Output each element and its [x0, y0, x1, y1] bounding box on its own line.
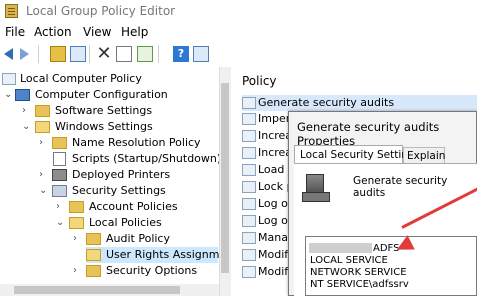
tree-item-local-computer-policy[interactable]: Local Computer Policy — [0, 71, 218, 87]
group-policy-editor-icon — [5, 4, 18, 18]
policy-setting-icon — [242, 249, 256, 261]
tree-vertical-scroll-thumb[interactable] — [221, 83, 229, 273]
tab-local-security-setting-label: Local Security Setting — [300, 149, 415, 161]
menu-action[interactable]: Action — [34, 25, 72, 39]
collapsed-chevron-icon[interactable]: › — [73, 234, 81, 244]
console-tree: Local Computer Policy ⌄ Computer Configu… — [0, 67, 231, 296]
help-icon[interactable]: ? — [173, 46, 189, 62]
console-icon[interactable] — [193, 46, 209, 62]
tree-item-account-policies[interactable]: › Account Policies — [0, 199, 218, 215]
policy-setting-icon — [242, 266, 256, 278]
properties-icon[interactable] — [116, 46, 132, 62]
open-folder-icon — [35, 121, 50, 133]
menu-view[interactable]: View — [83, 25, 111, 39]
toolbar-separator — [89, 45, 90, 63]
account-entry-local-service[interactable]: LOCAL SERVICE — [310, 255, 388, 266]
tab-explain-label: Explain — [407, 150, 446, 162]
up-folder-icon[interactable] — [50, 46, 66, 62]
open-folder-icon — [69, 217, 84, 229]
printer-icon — [52, 169, 67, 181]
collapsed-chevron-icon[interactable]: › — [73, 266, 81, 276]
tree-item-name-resolution-policy[interactable]: › Name Resolution Policy — [0, 135, 218, 151]
back-arrow-icon[interactable] — [4, 48, 13, 60]
tree-item-audit-policy[interactable]: › Audit Policy — [0, 231, 218, 247]
server-computer-icon — [302, 174, 330, 202]
policy-icon — [2, 73, 16, 85]
tree-item-local-policies[interactable]: ⌄ Local Policies — [0, 215, 218, 231]
tree-item-windows-settings[interactable]: ⌄ Windows Settings — [0, 119, 218, 135]
account-entry-network-service[interactable]: NETWORK SERVICE — [310, 267, 407, 278]
dialog-title: Generate security audits Properties — [297, 120, 440, 148]
tree-item-software-settings[interactable]: › Software Settings — [0, 103, 218, 119]
collapsed-chevron-icon[interactable]: › — [22, 106, 30, 116]
policy-setting-icon — [242, 147, 256, 159]
security-settings-icon — [52, 185, 67, 197]
account-entry-adfssrv[interactable]: NT SERVICE\adfssrv — [310, 279, 409, 290]
policy-setting-icon — [242, 232, 256, 244]
folder-icon — [35, 105, 50, 117]
policy-setting-icon — [242, 164, 256, 176]
policy-setting-icon — [242, 97, 256, 109]
menu-file[interactable]: File — [5, 25, 25, 39]
delete-icon[interactable]: ✕ — [96, 45, 112, 63]
policy-setting-icon — [242, 130, 256, 142]
collapsed-chevron-icon[interactable]: › — [56, 202, 64, 212]
tree-item-user-rights-assignment[interactable]: User Rights Assignme — [86, 247, 226, 263]
export-list-icon[interactable] — [137, 46, 153, 62]
tree-item-deployed-printers[interactable]: › Deployed Printers — [0, 167, 218, 183]
collapsed-chevron-icon[interactable]: › — [39, 138, 47, 148]
open-folder-icon — [86, 249, 101, 261]
toolbar-separator — [158, 45, 159, 63]
collapsed-chevron-icon[interactable]: › — [39, 170, 47, 180]
forward-arrow-icon[interactable] — [20, 48, 29, 60]
show-hide-tree-icon[interactable] — [70, 46, 86, 62]
policy-setting-icon — [242, 181, 256, 193]
expanded-chevron-icon[interactable]: ⌄ — [56, 218, 64, 228]
computer-icon — [15, 89, 30, 101]
tree-item-security-options[interactable]: › Security Options — [0, 263, 218, 279]
expanded-chevron-icon[interactable]: ⌄ — [22, 122, 30, 132]
tree-item-security-settings[interactable]: ⌄ Security Settings — [0, 183, 218, 199]
script-document-icon — [53, 152, 66, 166]
policy-setting-icon — [242, 215, 256, 227]
policy-setting-icon — [242, 113, 256, 125]
policy-setting-icon — [242, 198, 256, 210]
toolbar-separator — [38, 45, 39, 63]
folder-icon — [86, 265, 101, 277]
expanded-chevron-icon[interactable]: ⌄ — [4, 90, 12, 100]
folder-icon — [86, 233, 101, 245]
policy-row-generate-security-audits[interactable]: Generate security audits — [242, 95, 477, 111]
tree-horizontal-scroll-thumb[interactable] — [14, 286, 180, 294]
policy-column-header[interactable]: Policy — [242, 74, 277, 88]
window-title: Local Group Policy Editor — [26, 4, 176, 18]
redacted-account-prefix — [309, 243, 372, 253]
setting-description: Generate security audits — [353, 175, 448, 199]
expanded-chevron-icon[interactable]: ⌄ — [39, 186, 47, 196]
folder-icon — [52, 137, 67, 149]
tree-item-computer-configuration[interactable]: ⌄ Computer Configuration — [0, 87, 218, 103]
folder-icon — [69, 201, 84, 213]
tree-item-scripts[interactable]: Scripts (Startup/Shutdown) — [0, 151, 221, 167]
menu-help[interactable]: Help — [121, 25, 148, 39]
